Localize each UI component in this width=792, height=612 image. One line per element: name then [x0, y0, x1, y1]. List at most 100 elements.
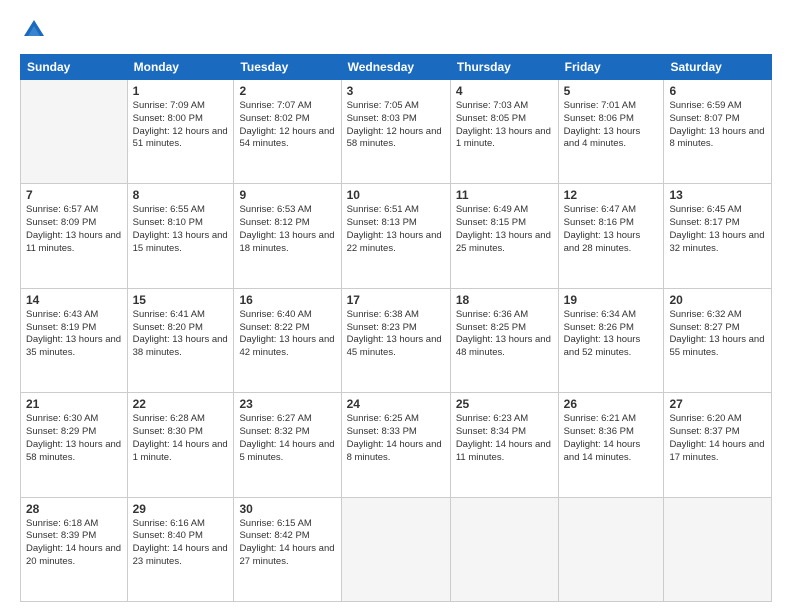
- day-info: Sunrise: 6:49 AM Sunset: 8:15 PM Dayligh…: [456, 204, 553, 255]
- calendar-cell: 28 Sunrise: 6:18 AM Sunset: 8:39 PM Dayli…: [21, 497, 128, 601]
- day-number: 10: [347, 188, 445, 202]
- day-number: 23: [239, 397, 335, 411]
- calendar-week-5: 28 Sunrise: 6:18 AM Sunset: 8:39 PM Dayli…: [21, 497, 772, 601]
- day-number: 21: [26, 397, 122, 411]
- calendar-cell: 20Sunrise: 6:32 AM Sunset: 8:27 PM Dayli…: [664, 288, 772, 392]
- calendar-week-2: 7 Sunrise: 6:57 AM Sunset: 8:09 PM Daylig…: [21, 184, 772, 288]
- day-info: Sunrise: 6:57 AM Sunset: 8:09 PM Dayligh…: [26, 204, 122, 255]
- day-info: Sunrise: 6:53 AM Sunset: 8:12 PM Dayligh…: [239, 204, 335, 255]
- day-info: Sunrise: 6:18 AM Sunset: 8:39 PM Dayligh…: [26, 518, 122, 569]
- calendar-header-wednesday: Wednesday: [341, 55, 450, 80]
- calendar-header-tuesday: Tuesday: [234, 55, 341, 80]
- calendar-week-3: 14 Sunrise: 6:43 AM Sunset: 8:19 PM Dayli…: [21, 288, 772, 392]
- day-info: Sunrise: 6:59 AM Sunset: 8:07 PM Dayligh…: [669, 100, 766, 151]
- calendar-cell: 10 Sunrise: 6:51 AM Sunset: 8:13 PM Dayli…: [341, 184, 450, 288]
- calendar-cell: 17 Sunrise: 6:38 AM Sunset: 8:23 PM Dayli…: [341, 288, 450, 392]
- calendar-cell: 6Sunrise: 6:59 AM Sunset: 8:07 PM Daylig…: [664, 80, 772, 184]
- day-number: 15: [133, 293, 229, 307]
- day-number: 3: [347, 84, 445, 98]
- day-info: Sunrise: 6:36 AM Sunset: 8:25 PM Dayligh…: [456, 309, 553, 360]
- day-number: 2: [239, 84, 335, 98]
- day-info: Sunrise: 6:20 AM Sunset: 8:37 PM Dayligh…: [669, 413, 766, 464]
- calendar-header-friday: Friday: [558, 55, 664, 80]
- day-number: 25: [456, 397, 553, 411]
- calendar-cell: 29Sunrise: 6:16 AM Sunset: 8:40 PM Dayli…: [127, 497, 234, 601]
- calendar-cell: 23 Sunrise: 6:27 AM Sunset: 8:32 PM Dayli…: [234, 393, 341, 497]
- day-info: Sunrise: 7:05 AM Sunset: 8:03 PM Dayligh…: [347, 100, 445, 151]
- day-number: 22: [133, 397, 229, 411]
- calendar-cell: 21 Sunrise: 6:30 AM Sunset: 8:29 PM Dayli…: [21, 393, 128, 497]
- calendar-cell: 7 Sunrise: 6:57 AM Sunset: 8:09 PM Daylig…: [21, 184, 128, 288]
- calendar-cell: 14 Sunrise: 6:43 AM Sunset: 8:19 PM Dayli…: [21, 288, 128, 392]
- day-info: Sunrise: 6:41 AM Sunset: 8:20 PM Dayligh…: [133, 309, 229, 360]
- calendar-week-4: 21 Sunrise: 6:30 AM Sunset: 8:29 PM Dayli…: [21, 393, 772, 497]
- calendar-table: SundayMondayTuesdayWednesdayThursdayFrid…: [20, 54, 772, 602]
- calendar-cell: 26Sunrise: 6:21 AM Sunset: 8:36 PM Dayli…: [558, 393, 664, 497]
- calendar-header-sunday: Sunday: [21, 55, 128, 80]
- day-info: Sunrise: 6:15 AM Sunset: 8:42 PM Dayligh…: [239, 518, 335, 569]
- day-info: Sunrise: 7:07 AM Sunset: 8:02 PM Dayligh…: [239, 100, 335, 151]
- day-number: 26: [564, 397, 659, 411]
- calendar-cell: 22 Sunrise: 6:28 AM Sunset: 8:30 PM Dayli…: [127, 393, 234, 497]
- calendar-cell: [558, 497, 664, 601]
- calendar-header-row: SundayMondayTuesdayWednesdayThursdayFrid…: [21, 55, 772, 80]
- calendar-header-thursday: Thursday: [450, 55, 558, 80]
- calendar-cell: 11 Sunrise: 6:49 AM Sunset: 8:15 PM Dayli…: [450, 184, 558, 288]
- day-info: Sunrise: 6:43 AM Sunset: 8:19 PM Dayligh…: [26, 309, 122, 360]
- day-info: Sunrise: 6:51 AM Sunset: 8:13 PM Dayligh…: [347, 204, 445, 255]
- day-number: 8: [133, 188, 229, 202]
- day-number: 1: [133, 84, 229, 98]
- calendar-cell: 30 Sunrise: 6:15 AM Sunset: 8:42 PM Dayli…: [234, 497, 341, 601]
- day-number: 14: [26, 293, 122, 307]
- calendar-cell: 12 Sunrise: 6:47 AM Sunset: 8:16 PM Dayli…: [558, 184, 664, 288]
- day-info: Sunrise: 6:23 AM Sunset: 8:34 PM Dayligh…: [456, 413, 553, 464]
- day-number: 5: [564, 84, 659, 98]
- calendar-cell: 2 Sunrise: 7:07 AM Sunset: 8:02 PM Daylig…: [234, 80, 341, 184]
- day-info: Sunrise: 6:40 AM Sunset: 8:22 PM Dayligh…: [239, 309, 335, 360]
- logo: [20, 16, 52, 44]
- day-info: Sunrise: 6:25 AM Sunset: 8:33 PM Dayligh…: [347, 413, 445, 464]
- calendar-cell: 8Sunrise: 6:55 AM Sunset: 8:10 PM Daylig…: [127, 184, 234, 288]
- day-info: Sunrise: 6:30 AM Sunset: 8:29 PM Dayligh…: [26, 413, 122, 464]
- calendar-header-monday: Monday: [127, 55, 234, 80]
- day-number: 4: [456, 84, 553, 98]
- day-number: 7: [26, 188, 122, 202]
- calendar-header-saturday: Saturday: [664, 55, 772, 80]
- calendar-cell: [450, 497, 558, 601]
- day-number: 11: [456, 188, 553, 202]
- calendar-cell: [664, 497, 772, 601]
- day-number: 16: [239, 293, 335, 307]
- calendar-cell: 19Sunrise: 6:34 AM Sunset: 8:26 PM Dayli…: [558, 288, 664, 392]
- day-number: 9: [239, 188, 335, 202]
- day-number: 18: [456, 293, 553, 307]
- calendar-cell: 24 Sunrise: 6:25 AM Sunset: 8:33 PM Dayli…: [341, 393, 450, 497]
- day-number: 28: [26, 502, 122, 516]
- day-info: Sunrise: 6:47 AM Sunset: 8:16 PM Dayligh…: [564, 204, 659, 255]
- day-info: Sunrise: 7:01 AM Sunset: 8:06 PM Dayligh…: [564, 100, 659, 151]
- page: SundayMondayTuesdayWednesdayThursdayFrid…: [0, 0, 792, 612]
- day-info: Sunrise: 6:38 AM Sunset: 8:23 PM Dayligh…: [347, 309, 445, 360]
- day-number: 13: [669, 188, 766, 202]
- calendar-cell: 27 Sunrise: 6:20 AM Sunset: 8:37 PM Dayli…: [664, 393, 772, 497]
- day-number: 19: [564, 293, 659, 307]
- calendar-cell: 16 Sunrise: 6:40 AM Sunset: 8:22 PM Dayli…: [234, 288, 341, 392]
- day-number: 24: [347, 397, 445, 411]
- calendar-cell: 3 Sunrise: 7:05 AM Sunset: 8:03 PM Daylig…: [341, 80, 450, 184]
- calendar-cell: [21, 80, 128, 184]
- calendar-cell: 18 Sunrise: 6:36 AM Sunset: 8:25 PM Dayli…: [450, 288, 558, 392]
- calendar-week-1: 1Sunrise: 7:09 AM Sunset: 8:00 PM Daylig…: [21, 80, 772, 184]
- calendar-cell: 4Sunrise: 7:03 AM Sunset: 8:05 PM Daylig…: [450, 80, 558, 184]
- day-number: 27: [669, 397, 766, 411]
- day-number: 30: [239, 502, 335, 516]
- day-info: Sunrise: 6:28 AM Sunset: 8:30 PM Dayligh…: [133, 413, 229, 464]
- day-number: 12: [564, 188, 659, 202]
- day-info: Sunrise: 6:27 AM Sunset: 8:32 PM Dayligh…: [239, 413, 335, 464]
- calendar-cell: 25 Sunrise: 6:23 AM Sunset: 8:34 PM Dayli…: [450, 393, 558, 497]
- day-number: 17: [347, 293, 445, 307]
- calendar-cell: 1Sunrise: 7:09 AM Sunset: 8:00 PM Daylig…: [127, 80, 234, 184]
- generalblue-logo-icon: [20, 16, 48, 44]
- calendar-cell: 9 Sunrise: 6:53 AM Sunset: 8:12 PM Daylig…: [234, 184, 341, 288]
- calendar-cell: [341, 497, 450, 601]
- calendar-cell: 13Sunrise: 6:45 AM Sunset: 8:17 PM Dayli…: [664, 184, 772, 288]
- day-info: Sunrise: 6:16 AM Sunset: 8:40 PM Dayligh…: [133, 518, 229, 569]
